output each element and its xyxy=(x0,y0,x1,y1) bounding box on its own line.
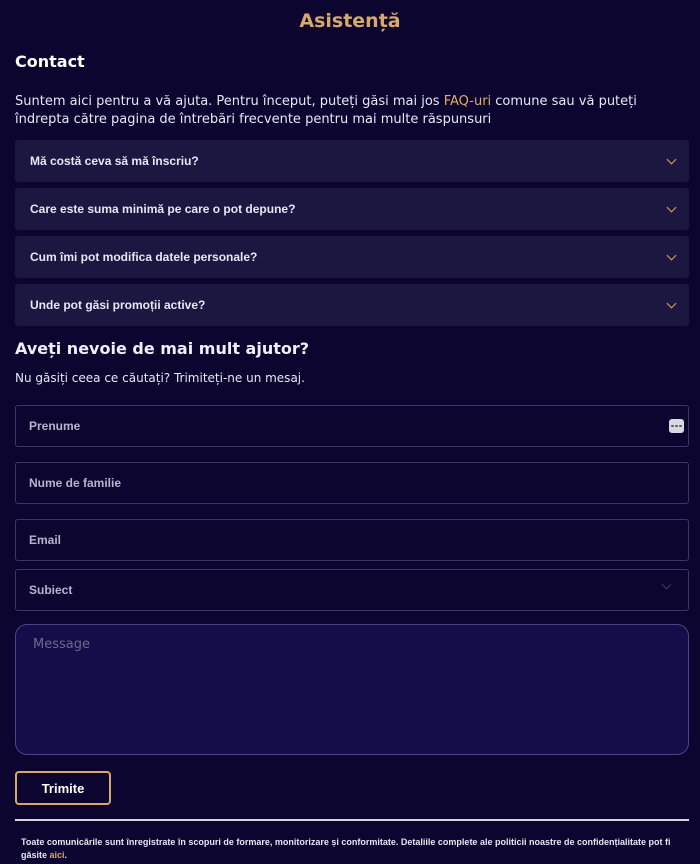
faq-question: Care este suma minimă pe care o pot depu… xyxy=(30,202,296,216)
chevron-down-icon xyxy=(666,250,677,260)
chevron-down-icon xyxy=(666,202,677,212)
footer-text-after: . xyxy=(64,850,68,860)
subject-select[interactable]: Subiect xyxy=(15,569,689,611)
help-title: Aveți nevoie de mai mult ajutor? xyxy=(15,339,310,358)
contact-title: Contact xyxy=(15,52,85,71)
footer-text-before: Toate comunicările sunt înregistrate în … xyxy=(21,837,671,860)
last-name-input[interactable] xyxy=(29,476,675,490)
faq-item-signup-cost[interactable]: Mă costă ceva să mă înscriu? xyxy=(15,140,689,182)
page-title: Asistență xyxy=(299,10,401,32)
last-name-field xyxy=(15,462,689,504)
faq-question: Unde pot găsi promoții active? xyxy=(30,298,206,312)
email-input[interactable] xyxy=(29,533,675,547)
autofill-dots-icon[interactable] xyxy=(669,419,684,433)
contact-intro: Suntem aici pentru a vă ajuta. Pentru în… xyxy=(15,93,695,129)
privacy-link[interactable]: aici xyxy=(50,850,65,860)
help-subtitle: Nu găsiți ceea ce căutați? Trimiteți-ne … xyxy=(15,371,305,385)
intro-text-before: Suntem aici pentru a vă ajuta. Pentru în… xyxy=(15,94,444,109)
footer-notice: Toate comunicările sunt înregistrate în … xyxy=(21,836,681,862)
message-field xyxy=(15,624,689,755)
faq-question: Mă costă ceva să mă înscriu? xyxy=(30,154,199,168)
first-name-field xyxy=(15,405,689,447)
submit-button[interactable]: Trimite xyxy=(15,771,111,805)
chevron-down-icon xyxy=(666,298,677,308)
faq-item-promotions[interactable]: Unde pot găsi promoții active? xyxy=(15,284,689,326)
faq-question: Cum îmi pot modifica datele personale? xyxy=(30,250,258,264)
footer-divider xyxy=(15,819,689,821)
chevron-down-icon xyxy=(666,154,677,164)
faq-link[interactable]: FAQ-uri xyxy=(444,94,491,109)
first-name-input[interactable] xyxy=(29,419,675,433)
chevron-down-icon xyxy=(661,579,672,590)
faq-list: Mă costă ceva să mă înscriu? Care este s… xyxy=(15,140,689,332)
message-input[interactable] xyxy=(33,637,671,742)
email-field xyxy=(15,519,689,561)
faq-item-personal-data[interactable]: Cum îmi pot modifica datele personale? xyxy=(15,236,689,278)
faq-item-min-deposit[interactable]: Care este suma minimă pe care o pot depu… xyxy=(15,188,689,230)
subject-label: Subiect xyxy=(29,583,73,597)
